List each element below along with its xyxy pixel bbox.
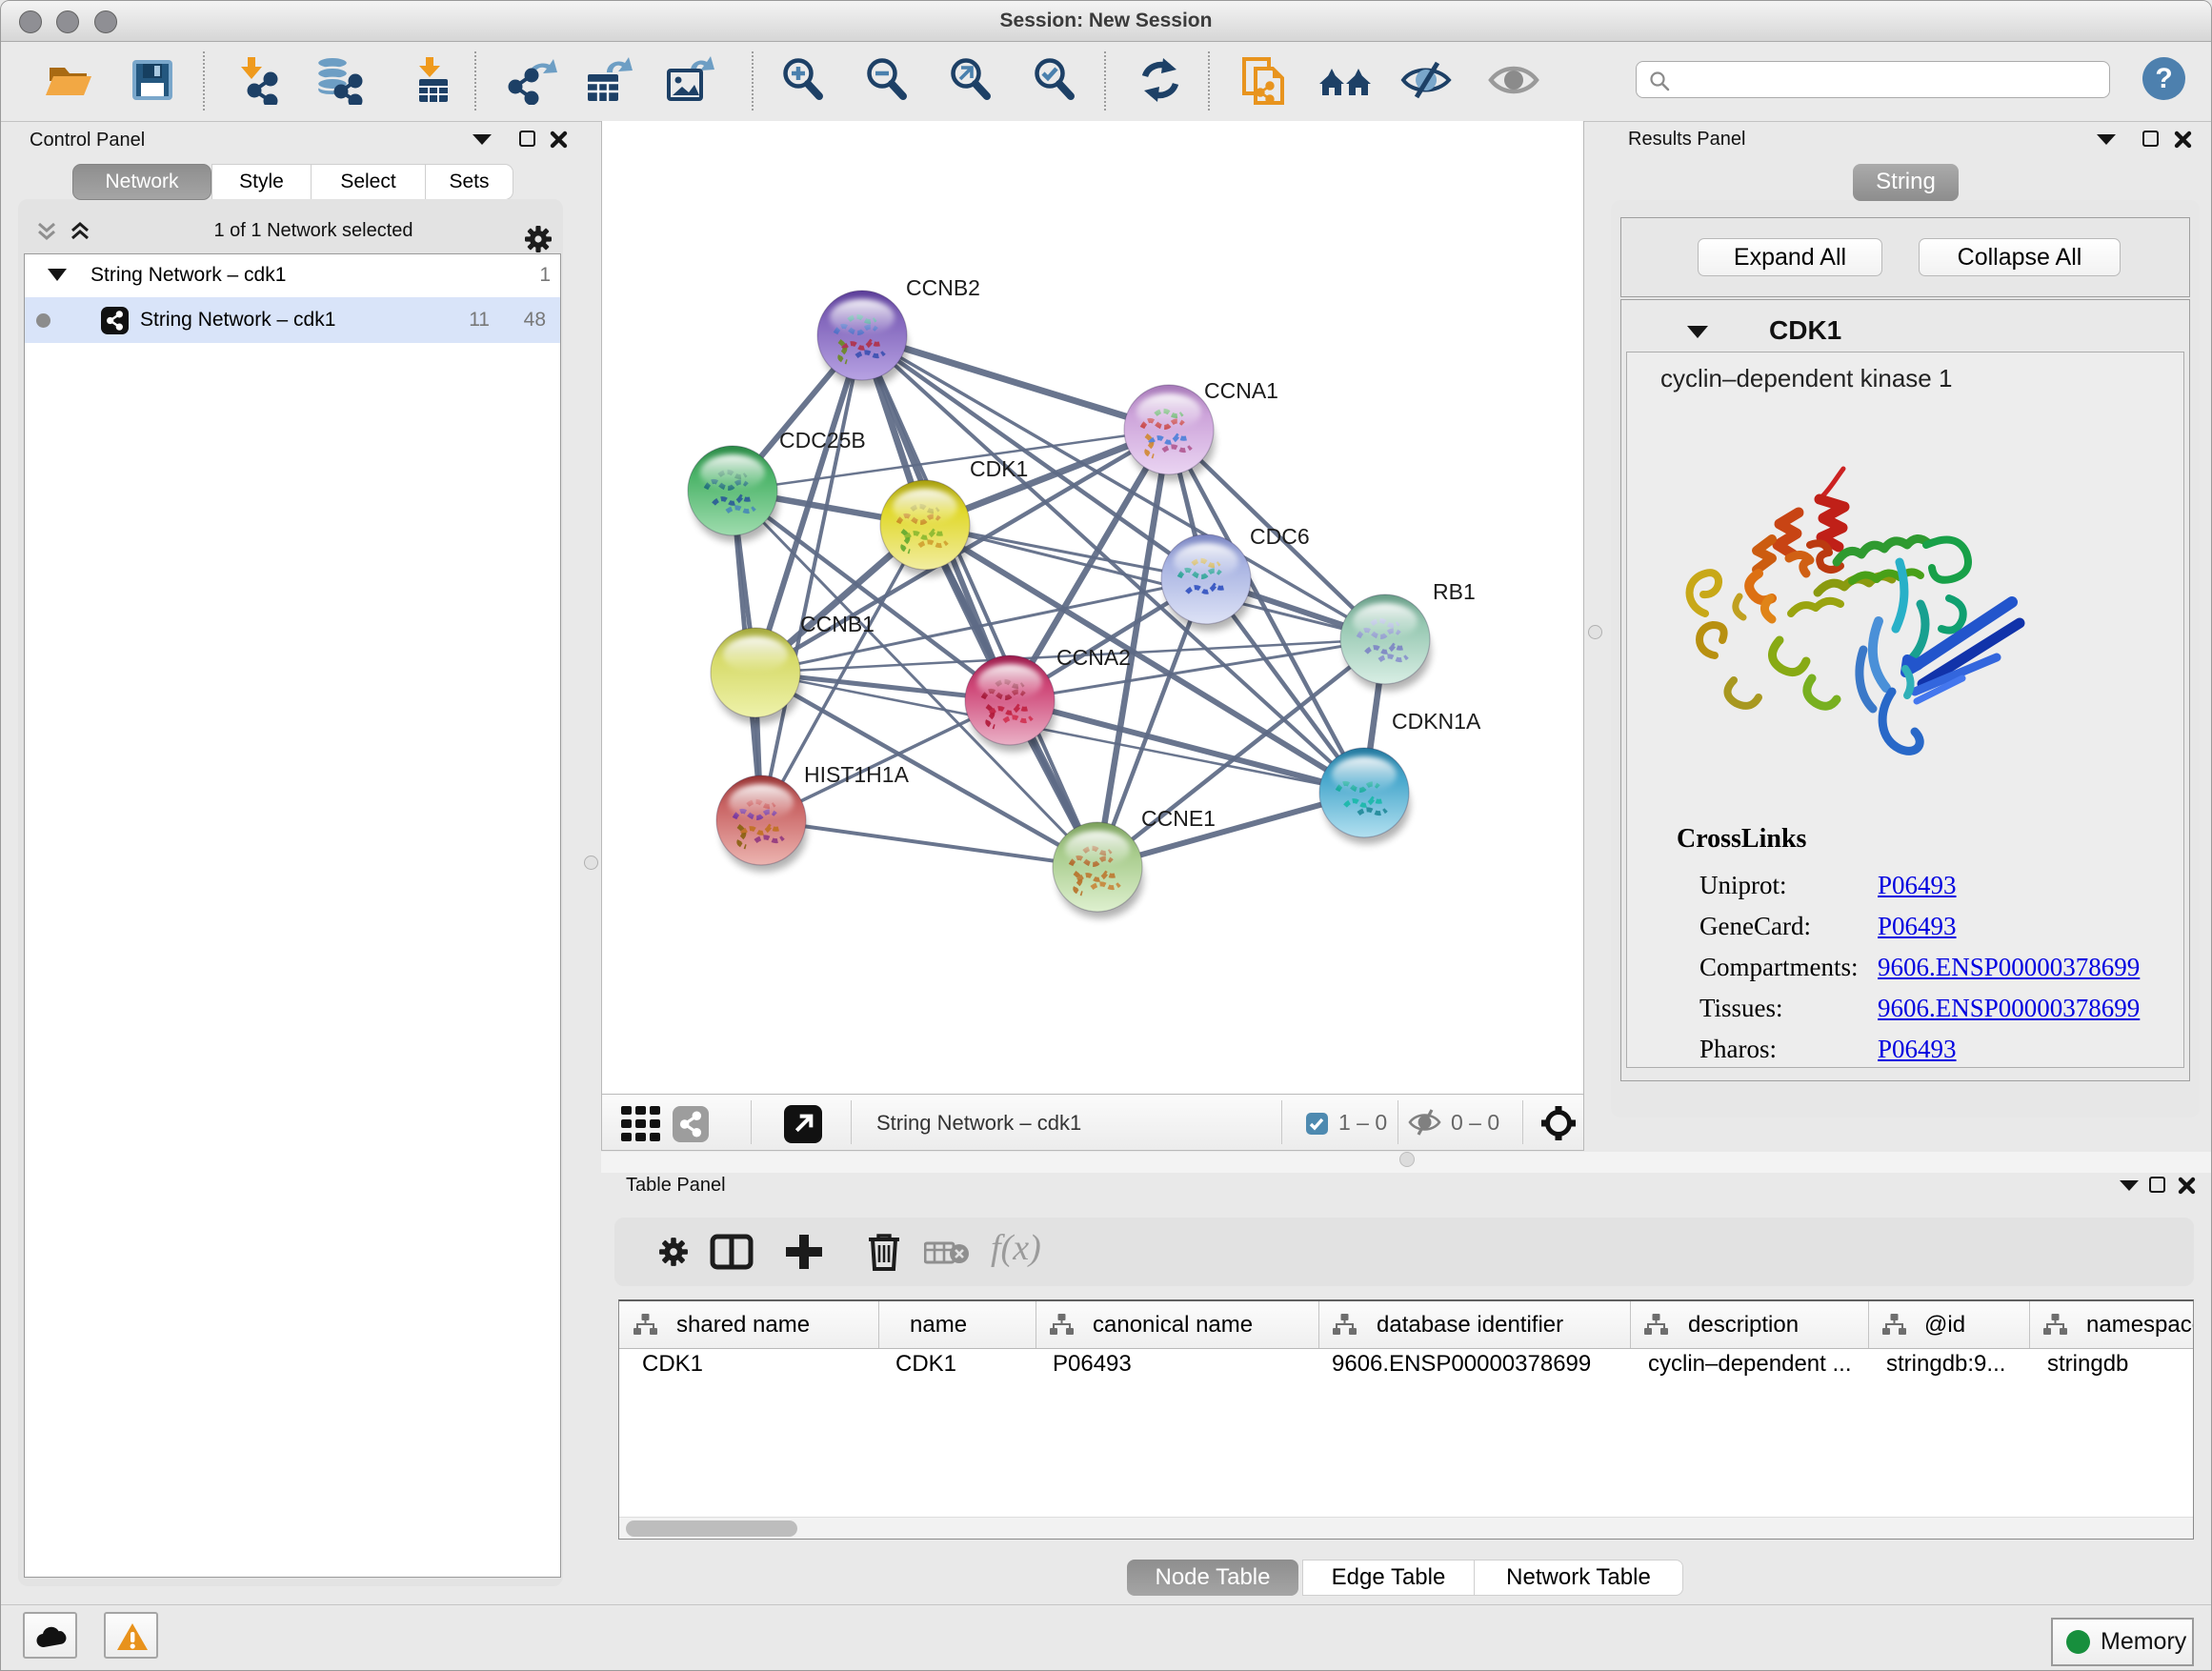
svg-text:CCNE1: CCNE1 <box>1141 806 1216 831</box>
svg-text:CDK1: CDK1 <box>970 456 1028 481</box>
svg-text:CCNB2: CCNB2 <box>906 275 980 300</box>
svg-text:RB1: RB1 <box>1433 579 1476 604</box>
svg-text:CDKN1A: CDKN1A <box>1392 709 1481 734</box>
svg-text:CDC25B: CDC25B <box>779 428 866 453</box>
svg-text:CCNA1: CCNA1 <box>1204 378 1278 403</box>
svg-text:CCNA2: CCNA2 <box>1056 645 1131 670</box>
svg-text:HIST1H1A: HIST1H1A <box>804 762 910 787</box>
svg-text:CCNB1: CCNB1 <box>800 612 875 636</box>
svg-text:CDC6: CDC6 <box>1250 524 1310 549</box>
